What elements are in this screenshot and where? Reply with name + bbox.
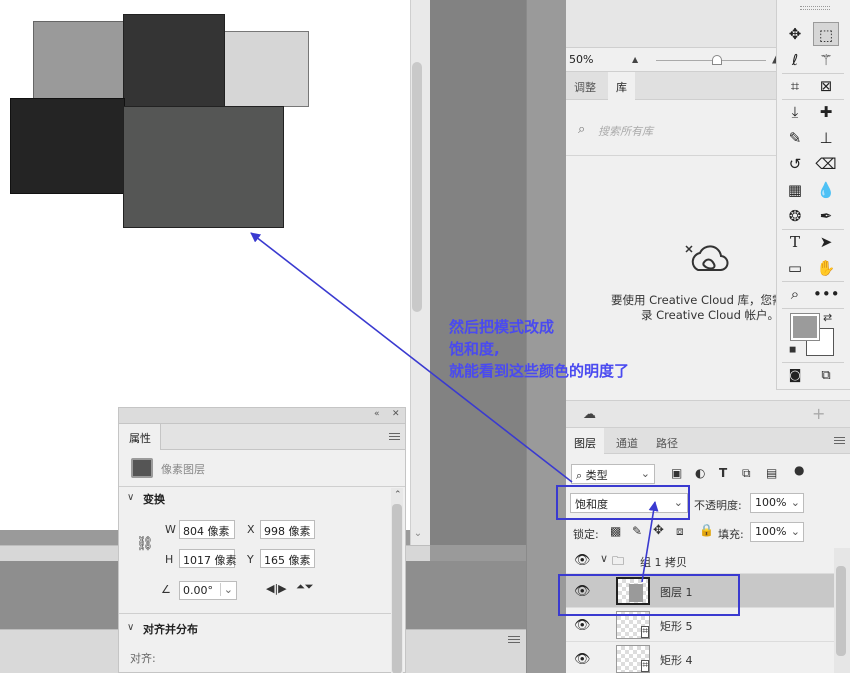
- annotation-line-3: 就能看到这些颜色的明度了: [449, 362, 630, 380]
- annotation-line-2: 饱和度,: [449, 340, 500, 358]
- annotation-text: 然后把模式改成 饱和度, 就能看到这些颜色的明度了: [449, 316, 689, 382]
- annotation-line-1: 然后把模式改成: [449, 318, 555, 336]
- annotation-arrows: [250, 232, 659, 583]
